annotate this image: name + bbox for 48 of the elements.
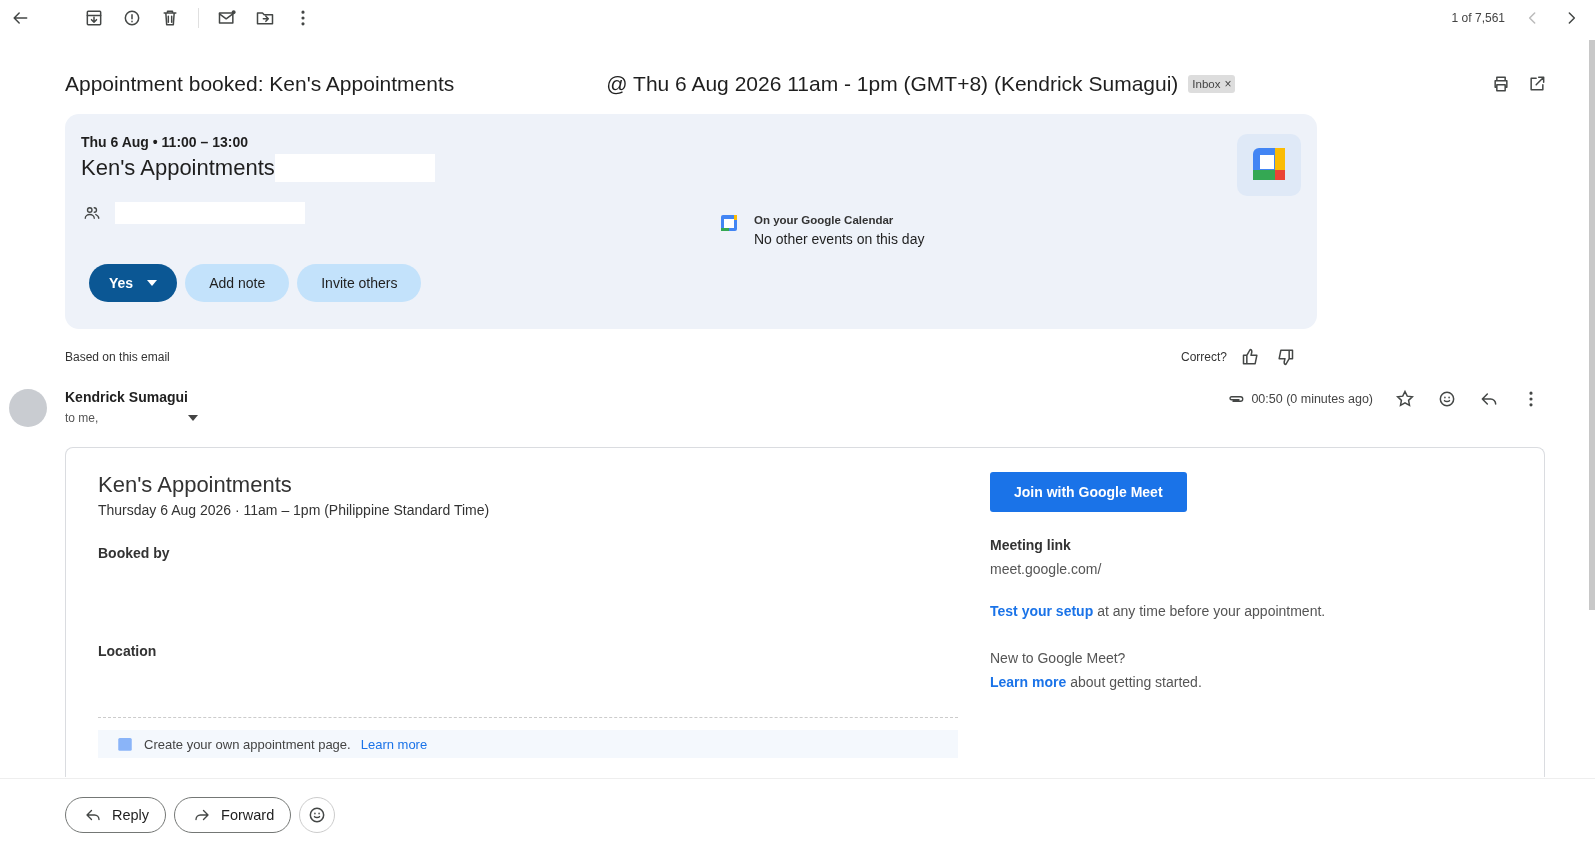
message-time: 00:50 (0 minutes ago)	[1251, 392, 1373, 406]
archive-icon[interactable]	[84, 8, 104, 28]
rsvp-yes-button[interactable]: Yes	[89, 264, 178, 302]
event-title: Ken's Appointments	[81, 155, 275, 181]
sender-avatar	[9, 389, 47, 427]
thumbs-down-icon[interactable]	[1275, 347, 1295, 367]
calendar-note: No other events on this day	[754, 231, 925, 247]
subject-details: @ Thu 6 Aug 2026 11am - 1pm (GMT+8) (Kendrick Sumagui)	[606, 72, 1179, 96]
source-note: Based on this email	[65, 350, 170, 364]
getting-started-text: about getting started.	[1070, 674, 1202, 690]
event-date-time: Thu 6 Aug • 11:00 – 13:00	[81, 134, 249, 150]
footer-text: Create your own appointment page.	[144, 736, 351, 752]
guests-icon	[83, 204, 101, 222]
feedback-question: Correct?	[1181, 350, 1227, 364]
calendar-heading: On your Google Calendar	[754, 214, 895, 226]
reply-button[interactable]: Reply	[65, 797, 167, 833]
setup-text: at any time before your appointment.	[1097, 603, 1326, 619]
learn-more-link[interactable]: Learn more	[360, 736, 428, 752]
appointment-title: Ken's Appointments	[98, 472, 293, 498]
message-counter: 1 of 7,561	[1451, 11, 1505, 25]
emoji-button[interactable]	[299, 797, 336, 833]
forward-button[interactable]: Forward	[174, 797, 292, 833]
calendar-illustration	[1237, 134, 1301, 196]
appointment-date-time: Thursday 6 Aug 2026 · 11am – 1pm (Philippine Standard Time)	[98, 502, 491, 518]
subject-title: Appointment booked: Ken's Appointments	[65, 72, 455, 96]
open-in-new-window-icon[interactable]	[1527, 74, 1547, 94]
test-setup-link[interactable]: Test your setup	[990, 603, 1094, 619]
calendar-icon	[720, 214, 738, 232]
booked-by-label: Booked by	[98, 545, 171, 561]
join-meet-button[interactable]: Join with Google Meet	[990, 472, 1187, 512]
details-caret-icon[interactable]	[188, 415, 199, 421]
report-spam-icon[interactable]	[122, 8, 142, 28]
learn-more-link[interactable]: Learn more	[990, 674, 1067, 690]
remove-label-button[interactable]: ×	[1224, 77, 1232, 91]
new-to-meet-text: New to Google Meet?	[990, 650, 1127, 666]
star-icon[interactable]	[1395, 389, 1415, 409]
recipient-text: to me,	[65, 411, 99, 425]
location-label: Location	[98, 643, 158, 659]
card-action-button[interactable]: Add note	[185, 264, 290, 302]
sender-name: Kendrick Sumagui	[65, 389, 189, 405]
card-action-button[interactable]: Invite others	[297, 264, 422, 302]
emoji-icon[interactable]	[1437, 389, 1457, 409]
meeting-link-label: Meeting link	[990, 537, 1072, 553]
thumbs-up-icon[interactable]	[1241, 347, 1261, 367]
inbox-label[interactable]: Inbox ×	[1188, 75, 1236, 93]
caret-icon	[147, 280, 158, 286]
print-icon[interactable]	[1491, 74, 1511, 94]
calendar-icon	[116, 735, 134, 753]
